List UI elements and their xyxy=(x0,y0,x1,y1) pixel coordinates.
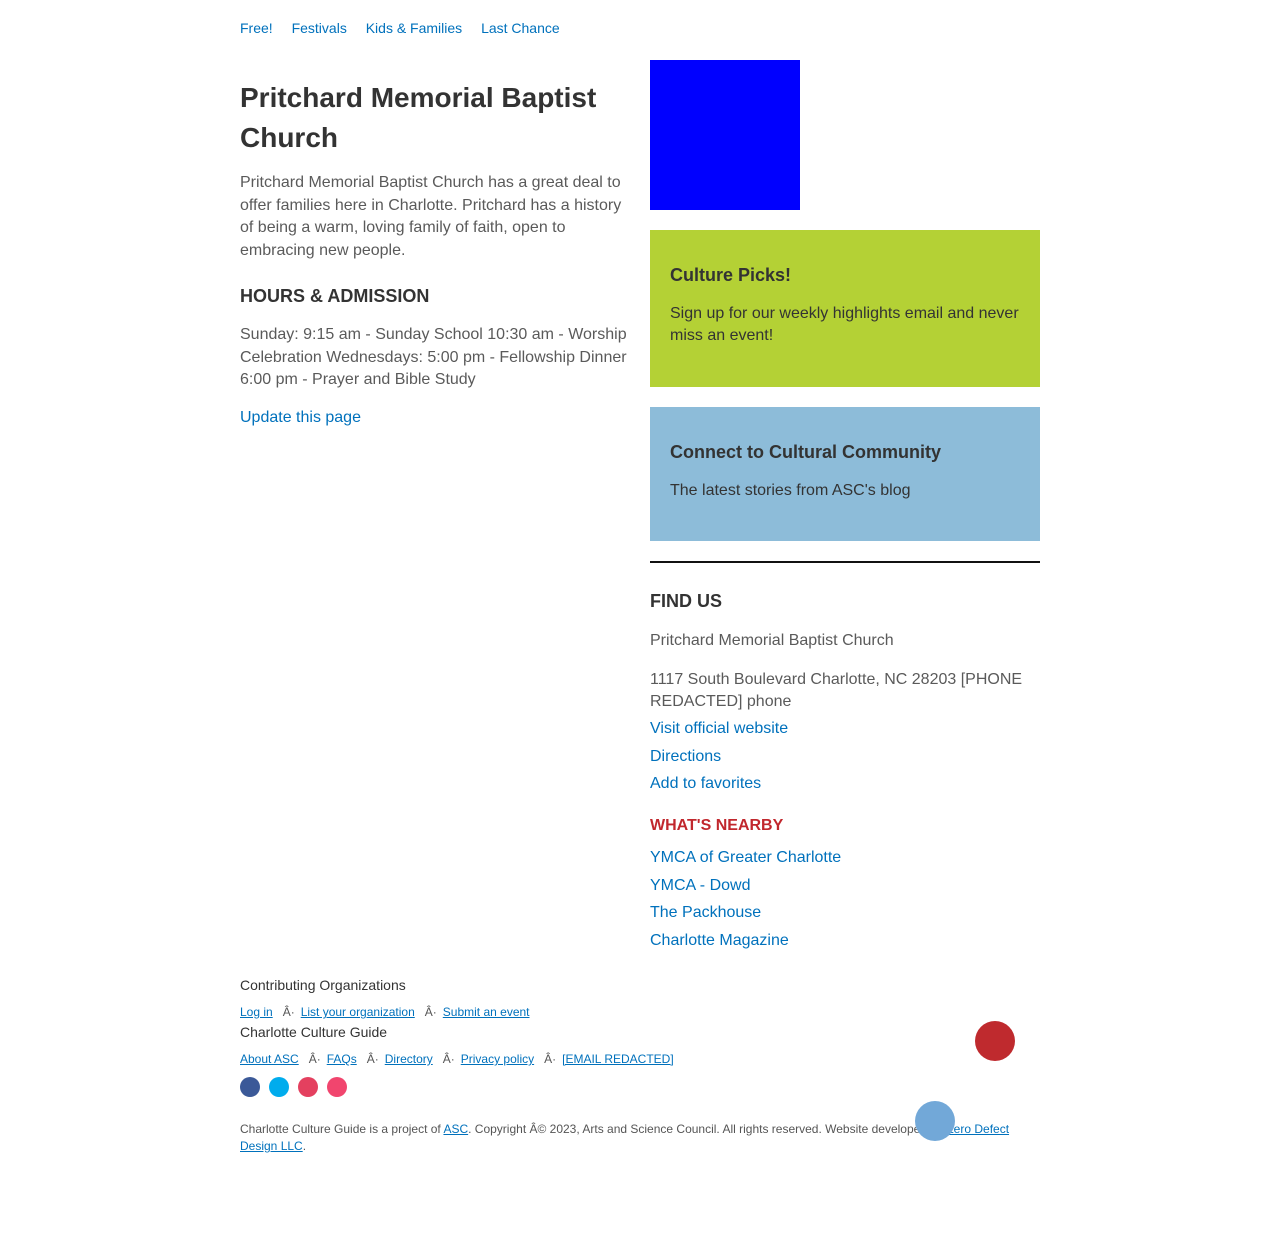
sidebar: Culture Picks! Sign up for our weekly hi… xyxy=(650,60,1040,952)
nav-festivals-link[interactable]: Festivals xyxy=(292,20,347,36)
connect-community-box[interactable]: Connect to Cultural Community The latest… xyxy=(650,407,1040,541)
email-link[interactable]: [EMAIL REDACTED] xyxy=(562,1052,674,1066)
nearby-item[interactable]: YMCA - Dowd xyxy=(650,875,1040,897)
nav-kids-families-link[interactable]: Kids & Families xyxy=(366,20,462,36)
culture-picks-text: Sign up for our weekly highlights email … xyxy=(670,305,1019,344)
directory-link[interactable]: Directory xyxy=(385,1052,433,1066)
find-us-links: Visit official website Directions Add to… xyxy=(650,718,1040,795)
separator: Â· xyxy=(366,1052,379,1066)
nav-free-link[interactable]: Free! xyxy=(240,20,273,36)
intro-text: Pritchard Memorial Baptist Church has a … xyxy=(240,174,622,259)
flickr-icon[interactable] xyxy=(327,1077,347,1097)
floating-red-button[interactable] xyxy=(975,1021,1015,1061)
org-links: Log in Â· List your organization Â· Submit a… xyxy=(240,1004,1030,1020)
faqs-link[interactable]: FAQs xyxy=(327,1052,357,1066)
main-content: Pritchard Memorial Baptist Church Pritch… xyxy=(240,74,632,427)
top-nav: Free! Festivals Kids & Families Last Cha… xyxy=(240,20,575,36)
connect-community-title: Connect to Cultural Community xyxy=(670,442,941,462)
find-us-heading: FIND US xyxy=(650,591,722,611)
nearby-item[interactable]: Charlotte Magazine xyxy=(650,930,1040,952)
divider xyxy=(650,561,1040,563)
add-favorites-link[interactable]: Add to favorites xyxy=(650,773,1040,795)
separator: Â· xyxy=(544,1052,557,1066)
facebook-icon[interactable] xyxy=(240,1077,260,1097)
hours-heading: HOURS & ADMISSION xyxy=(240,286,430,306)
connect-community-text: The latest stories from ASC's blog xyxy=(670,482,911,499)
privacy-policy-link[interactable]: Privacy policy xyxy=(461,1052,534,1066)
directions-link[interactable]: Directions xyxy=(650,746,1040,768)
footer: Contributing Organizations Log in Â· List … xyxy=(240,975,1030,1155)
nav-last-chance-link[interactable]: Last Chance xyxy=(481,20,560,36)
separator: Â· xyxy=(442,1052,455,1066)
page-title: Pritchard Memorial Baptist Church xyxy=(240,82,597,153)
copyright-suffix: . xyxy=(302,1139,307,1153)
culture-picks-title: Culture Picks! xyxy=(670,265,792,285)
guide-links: About ASC Â· FAQs Â· Directory Â· Privacy poli… xyxy=(240,1051,1030,1067)
login-link[interactable]: Log in xyxy=(240,1005,273,1019)
separator: Â· xyxy=(424,1005,437,1019)
copyright-text: Charlotte Culture Guide is a project of … xyxy=(240,1121,1030,1155)
copyright-prefix: Charlotte Culture Guide is a project of xyxy=(240,1122,444,1136)
copyright-middle: . Copyright Â© 2023, Arts and Science Co… xyxy=(468,1122,947,1136)
instagram-icon[interactable] xyxy=(298,1077,318,1097)
submit-event-link[interactable]: Submit an event xyxy=(443,1005,530,1019)
list-organization-link[interactable]: List your organization xyxy=(301,1005,415,1019)
hours-text: Sunday: 9:15 am - Sunday School 10:30 am… xyxy=(240,326,627,388)
guide-title: Charlotte Culture Guide xyxy=(240,1024,388,1040)
social-icons xyxy=(240,1077,1030,1097)
update-page-link[interactable]: Update this page xyxy=(240,409,361,427)
floating-blue-button[interactable] xyxy=(915,1101,955,1141)
venue-address: 1117 South Boulevard Charlotte, NC 28203… xyxy=(650,671,1023,710)
venue-image xyxy=(650,60,800,210)
nearby-list: YMCA of Greater Charlotte YMCA - Dowd Th… xyxy=(650,847,1040,952)
nearby-item[interactable]: The Packhouse xyxy=(650,902,1040,924)
venue-name: Pritchard Memorial Baptist Church xyxy=(650,632,894,649)
about-asc-link[interactable]: About ASC xyxy=(240,1052,299,1066)
separator: Â· xyxy=(282,1005,295,1019)
nearby-item[interactable]: YMCA of Greater Charlotte xyxy=(650,847,1040,869)
contributing-orgs-title: Contributing Organizations xyxy=(240,977,406,993)
culture-picks-box[interactable]: Culture Picks! Sign up for our weekly hi… xyxy=(650,230,1040,387)
twitter-icon[interactable] xyxy=(269,1077,289,1097)
asc-link[interactable]: ASC xyxy=(443,1122,468,1136)
whats-nearby-heading: WHAT'S NEARBY xyxy=(650,817,784,834)
official-website-link[interactable]: Visit official website xyxy=(650,718,1040,740)
separator: Â· xyxy=(308,1052,321,1066)
